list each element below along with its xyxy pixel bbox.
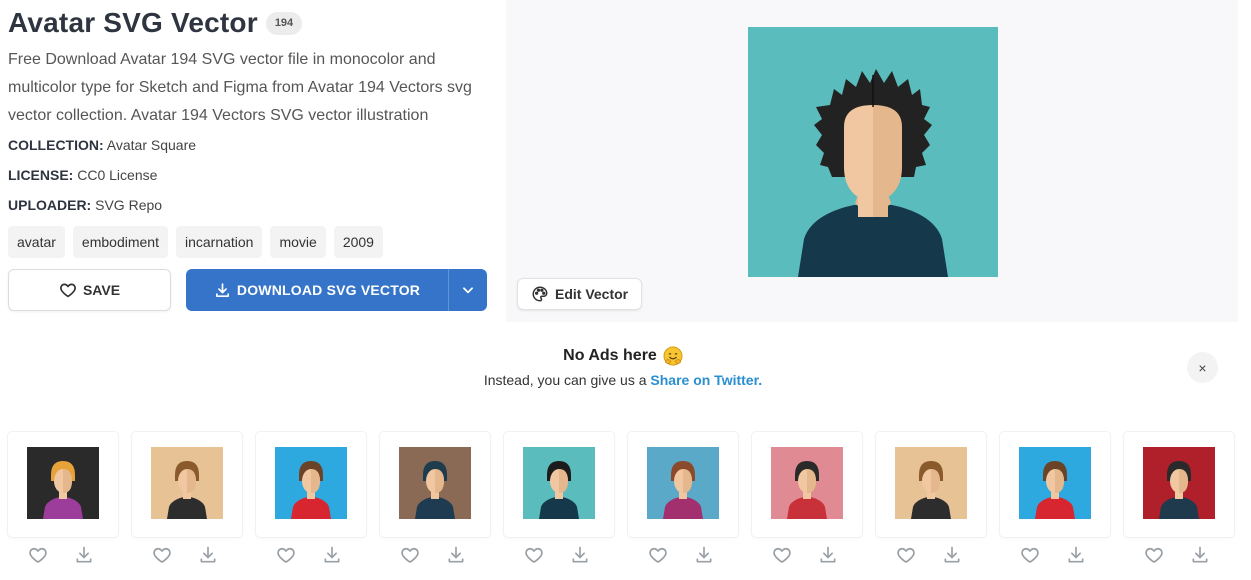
tag-avatar[interactable]: avatar bbox=[8, 226, 65, 258]
close-icon: × bbox=[1198, 359, 1207, 376]
avatar-preview-image bbox=[748, 27, 998, 277]
download-icon[interactable] bbox=[322, 545, 342, 565]
avatar-thumbnail bbox=[647, 447, 719, 519]
no-ads-notice: No Ads here Instead, you can give us a S… bbox=[0, 346, 1246, 388]
related-vector-card[interactable] bbox=[876, 432, 986, 563]
download-icon[interactable] bbox=[570, 545, 590, 565]
download-icon[interactable] bbox=[446, 545, 466, 565]
tag-incarnation[interactable]: incarnation bbox=[175, 226, 263, 258]
related-vector-card[interactable] bbox=[752, 432, 862, 563]
related-vector-card[interactable] bbox=[504, 432, 614, 563]
heart-icon[interactable] bbox=[276, 545, 296, 565]
description: Free Download Avatar 194 SVG vector file… bbox=[8, 51, 472, 124]
title-row: Avatar SVG Vector 194 bbox=[8, 0, 498, 46]
download-icon[interactable] bbox=[198, 545, 218, 565]
related-vector-card[interactable] bbox=[1124, 432, 1234, 563]
related-vector-card[interactable] bbox=[1000, 432, 1110, 563]
card-actions bbox=[28, 545, 94, 565]
uploader-link[interactable]: SVG Repo bbox=[95, 197, 162, 213]
action-bar: SAVE DOWNLOAD SVG VECTOR bbox=[8, 269, 498, 311]
heart-icon[interactable] bbox=[772, 545, 792, 565]
heart-icon[interactable] bbox=[1020, 545, 1040, 565]
save-label: SAVE bbox=[82, 282, 121, 298]
notice-text: Instead, you can give us a bbox=[483, 372, 647, 388]
hugging-face-icon bbox=[663, 346, 683, 366]
uploader-label: UPLOADER: bbox=[8, 197, 92, 213]
edit-vector-button[interactable]: Edit Vector bbox=[517, 278, 643, 310]
card-actions bbox=[524, 545, 590, 565]
avatar-thumbnail bbox=[771, 447, 843, 519]
collection-link[interactable]: Avatar Square bbox=[107, 137, 196, 153]
collection-label: COLLECTION: bbox=[8, 137, 104, 153]
heart-icon[interactable] bbox=[648, 545, 668, 565]
avatar-thumbnail bbox=[151, 447, 223, 519]
notice-title-text: No Ads here bbox=[563, 347, 657, 364]
palette-icon bbox=[532, 286, 548, 302]
detail-panel: Avatar SVG Vector 194 Free Download Avat… bbox=[8, 0, 498, 311]
avatar-thumbnail bbox=[399, 447, 471, 519]
count-badge: 194 bbox=[265, 11, 303, 35]
license-label: LICENSE: bbox=[8, 167, 74, 183]
tag-2009[interactable]: 2009 bbox=[333, 226, 383, 258]
heart-icon[interactable] bbox=[524, 545, 544, 565]
close-notice-button[interactable]: × bbox=[1187, 352, 1218, 383]
heart-icon[interactable] bbox=[400, 545, 420, 565]
related-vector-card[interactable] bbox=[628, 432, 738, 563]
card-actions bbox=[1020, 545, 1086, 565]
card-actions bbox=[772, 545, 838, 565]
card-actions bbox=[1144, 545, 1210, 565]
avatar-thumbnail bbox=[895, 447, 967, 519]
download-button[interactable]: DOWNLOAD SVG VECTOR bbox=[186, 269, 448, 311]
chevron-down-icon bbox=[463, 287, 473, 294]
download-label: DOWNLOAD SVG VECTOR bbox=[236, 282, 421, 298]
avatar-thumbnail bbox=[523, 447, 595, 519]
hugging-face-emoji bbox=[663, 346, 683, 366]
related-vector-card[interactable] bbox=[8, 432, 118, 563]
avatar-thumbnail bbox=[1143, 447, 1215, 519]
download-icon bbox=[215, 282, 229, 297]
download-options-button[interactable] bbox=[448, 269, 487, 311]
heart-icon bbox=[60, 283, 76, 298]
heart-icon[interactable] bbox=[896, 545, 916, 565]
heart-icon[interactable] bbox=[28, 545, 48, 565]
collection-row: COLLECTION: Avatar Square bbox=[8, 130, 498, 160]
license-row: LICENSE: CC0 License bbox=[8, 160, 498, 190]
download-icon[interactable] bbox=[942, 545, 962, 565]
share-on-twitter-link[interactable]: Share on Twitter. bbox=[650, 372, 762, 388]
avatar-thumbnail bbox=[1019, 447, 1091, 519]
license-link[interactable]: CC0 License bbox=[77, 167, 157, 183]
related-vector-card[interactable] bbox=[380, 432, 490, 563]
avatar-thumbnail bbox=[275, 447, 347, 519]
page-title: Avatar SVG Vector bbox=[8, 7, 258, 38]
related-vector-card[interactable] bbox=[256, 432, 366, 563]
card-actions bbox=[276, 545, 342, 565]
download-icon[interactable] bbox=[694, 545, 714, 565]
card-actions bbox=[400, 545, 466, 565]
download-icon[interactable] bbox=[1190, 545, 1210, 565]
preview-panel: Edit Vector bbox=[506, 0, 1238, 322]
tag-movie[interactable]: movie bbox=[270, 226, 326, 258]
card-actions bbox=[896, 545, 962, 565]
download-group: DOWNLOAD SVG VECTOR bbox=[186, 269, 487, 311]
related-vectors bbox=[8, 432, 1234, 563]
download-icon[interactable] bbox=[74, 545, 94, 565]
download-icon[interactable] bbox=[1066, 545, 1086, 565]
card-actions bbox=[152, 545, 218, 565]
related-vector-card[interactable] bbox=[132, 432, 242, 563]
edit-vector-label: Edit Vector bbox=[555, 286, 629, 302]
tag-embodiment[interactable]: embodiment bbox=[72, 226, 168, 258]
uploader-row: UPLOADER: SVG Repo bbox=[8, 190, 498, 220]
notice-subtext: Instead, you can give us a Share on Twit… bbox=[0, 372, 1246, 388]
avatar-thumbnail bbox=[27, 447, 99, 519]
notice-title: No Ads here bbox=[563, 346, 683, 366]
heart-icon[interactable] bbox=[152, 545, 172, 565]
save-button[interactable]: SAVE bbox=[8, 269, 171, 311]
heart-icon[interactable] bbox=[1144, 545, 1164, 565]
tag-list: avatar embodiment incarnation movie 2009 bbox=[8, 226, 498, 258]
card-actions bbox=[648, 545, 714, 565]
download-icon[interactable] bbox=[818, 545, 838, 565]
